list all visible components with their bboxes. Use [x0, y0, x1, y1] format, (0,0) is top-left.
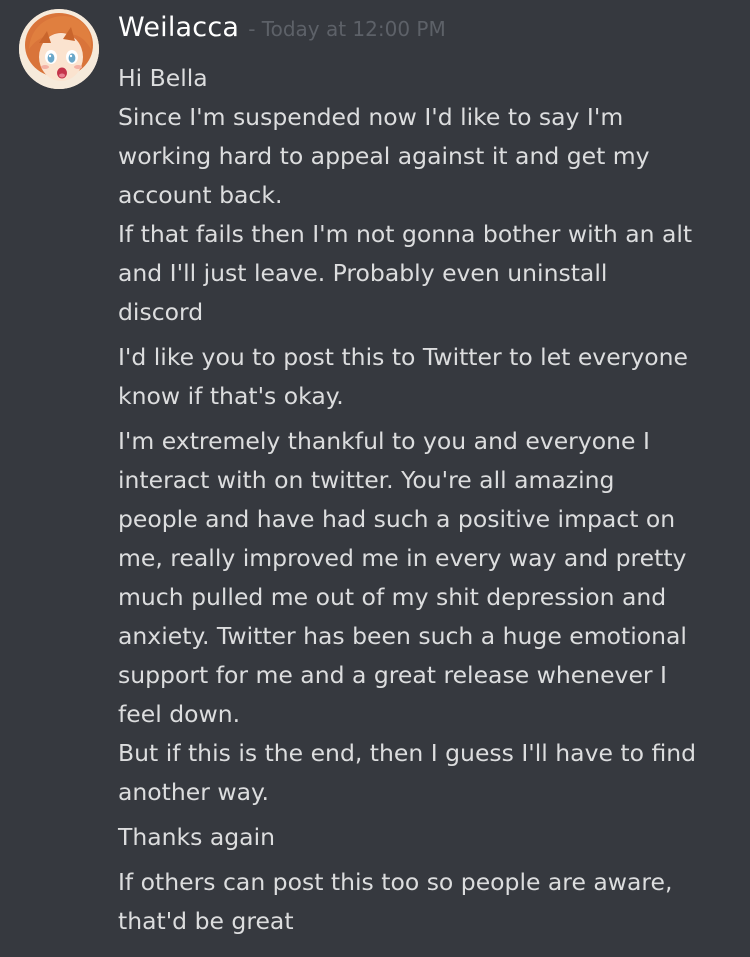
message-line: If others can post this too so people ar…	[118, 868, 673, 896]
timestamp[interactable]: - Today at 12:00 PM	[248, 17, 446, 41]
message-line: that'd be great	[118, 907, 294, 935]
message-line: account back.	[118, 181, 283, 209]
message-line: Hi Bella	[118, 64, 208, 92]
message-header: Weilacca - Today at 12:00 PM	[118, 12, 446, 43]
message-line: much pulled me out of my shit depression…	[118, 583, 667, 611]
message-line: and I'll just leave. Probably even unins…	[118, 259, 608, 287]
message-line: people and have had such a positive impa…	[118, 505, 676, 533]
message-paragraph: I'd like you to post this to Twitter to …	[118, 338, 730, 416]
message-line: Since I'm suspended now I'd like to say …	[118, 103, 624, 131]
message-line: working hard to appeal against it and ge…	[118, 142, 650, 170]
message-line: I'd like you to post this to Twitter to …	[118, 343, 688, 371]
message-line: discord	[118, 298, 204, 326]
username[interactable]: Weilacca	[118, 12, 239, 43]
message-line: I'm extremely thankful to you and everyo…	[118, 427, 650, 455]
message-paragraph: I'm extremely thankful to you and everyo…	[118, 422, 730, 812]
message-line: If that fails then I'm not gonna bother …	[118, 220, 693, 248]
message-line: interact with on twitter. You're all ama…	[118, 466, 615, 494]
message-paragraph: If others can post this too so people ar…	[118, 863, 730, 941]
message-line: know if that's okay.	[118, 382, 344, 410]
message-line: support for me and a great release whene…	[118, 661, 667, 689]
message-paragraph: Thanks again	[118, 818, 730, 857]
message-line: another way.	[118, 778, 270, 806]
message-line: But if this is the end, then I guess I'l…	[118, 739, 697, 767]
anime-avatar-icon	[19, 9, 99, 89]
message-line: anxiety. Twitter has been such a huge em…	[118, 622, 687, 650]
message-paragraph: Hi Bella Since I'm suspended now I'd lik…	[118, 59, 730, 332]
message-content: Hi Bella Since I'm suspended now I'd lik…	[118, 59, 730, 941]
chat-message: Weilacca - Today at 12:00 PM Hi Bella Si…	[0, 0, 750, 957]
message-line: Thanks again	[118, 823, 276, 851]
message-line: feel down.	[118, 700, 241, 728]
message-line: me, really improved me in every way and …	[118, 544, 687, 572]
avatar[interactable]	[19, 9, 99, 89]
